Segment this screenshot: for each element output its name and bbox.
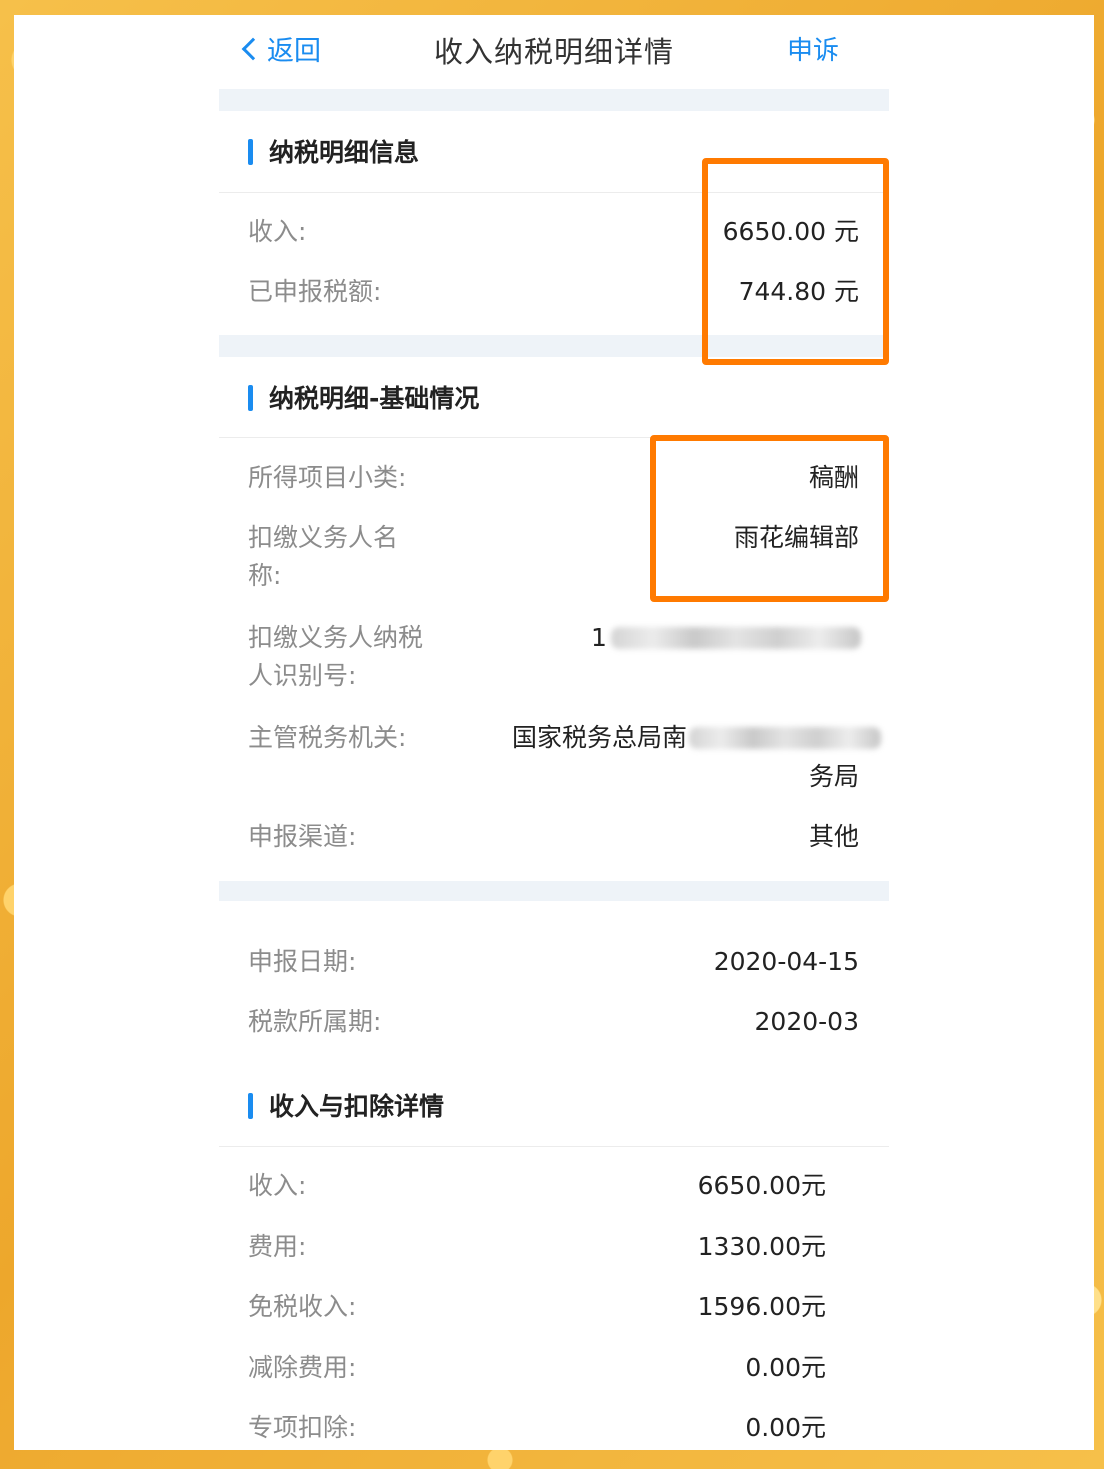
expense-value: 1330.00元: [697, 1232, 826, 1261]
income-label: 收入:: [248, 217, 307, 246]
tax-period-value: 2020-03: [754, 1007, 859, 1036]
section-marker: [248, 1093, 253, 1119]
taxpayer-id-label-line1: 扣缴义务人纳税: [248, 623, 424, 652]
section-gap: [219, 89, 889, 111]
subcategory-label: 所得项目小类:: [248, 463, 407, 492]
tax-authority-label: 主管税务机关:: [248, 723, 407, 752]
section-gap: [219, 881, 889, 901]
detail-income-label: 收入:: [248, 1171, 307, 1200]
redacted-tax-authority: [689, 727, 881, 749]
detail-income-value: 6650.00元: [697, 1171, 826, 1200]
app-screen: 返回 收入纳税明细详情 申诉 纳税明细信息 收入: 6650.00 元 已申报税…: [219, 15, 889, 1450]
highlight-box-source: [650, 435, 889, 602]
highlight-box-amounts: [702, 158, 889, 365]
channel-label: 申报渠道:: [248, 822, 357, 851]
section-header-income-deduction: 收入与扣除详情: [219, 1073, 889, 1133]
tax-authority-value-line1: 国家税务总局南: [512, 723, 688, 752]
screenshot-card: 返回 收入纳税明细详情 申诉 纳税明细信息 收入: 6650.00 元 已申报税…: [14, 15, 1094, 1450]
section-header-basic-info: 纳税明细-基础情况: [219, 365, 889, 425]
appeal-button[interactable]: 申诉: [787, 30, 839, 67]
redacted-taxpayer-id: [611, 627, 861, 649]
nav-bar: 返回 收入纳税明细详情 申诉: [219, 15, 889, 87]
withholder-name-label-line2: 称:: [248, 561, 282, 590]
section-marker: [248, 385, 253, 411]
expense-label: 费用:: [248, 1232, 307, 1261]
special-deduction-value: 0.00元: [745, 1413, 826, 1442]
taxpayer-id-visible: 1: [591, 623, 607, 652]
section-marker: [248, 139, 253, 165]
declare-date-value: 2020-04-15: [713, 947, 859, 976]
taxpayer-id-label-line2: 人识别号:: [248, 661, 357, 690]
tax-free-income-label: 免税收入:: [248, 1292, 357, 1321]
deduction-expense-label: 减除费用:: [248, 1353, 357, 1382]
section-title: 纳税明细信息: [269, 138, 420, 167]
deduction-expense-value: 0.00元: [745, 1353, 826, 1382]
declared-tax-label: 已申报税额:: [248, 277, 382, 306]
channel-value: 其他: [808, 822, 859, 851]
withholder-name-label-line1: 扣缴义务人名: [248, 523, 399, 552]
tax-period-label: 税款所属期:: [248, 1007, 382, 1036]
divider: [219, 1146, 889, 1147]
tax-free-income-value: 1596.00元: [697, 1292, 826, 1321]
section-title: 收入与扣除详情: [269, 1092, 445, 1121]
declare-date-label: 申报日期:: [248, 947, 357, 976]
section-title: 纳税明细-基础情况: [269, 384, 480, 413]
special-deduction-label: 专项扣除:: [248, 1413, 357, 1442]
tax-authority-value-line2: 务局: [808, 762, 859, 791]
